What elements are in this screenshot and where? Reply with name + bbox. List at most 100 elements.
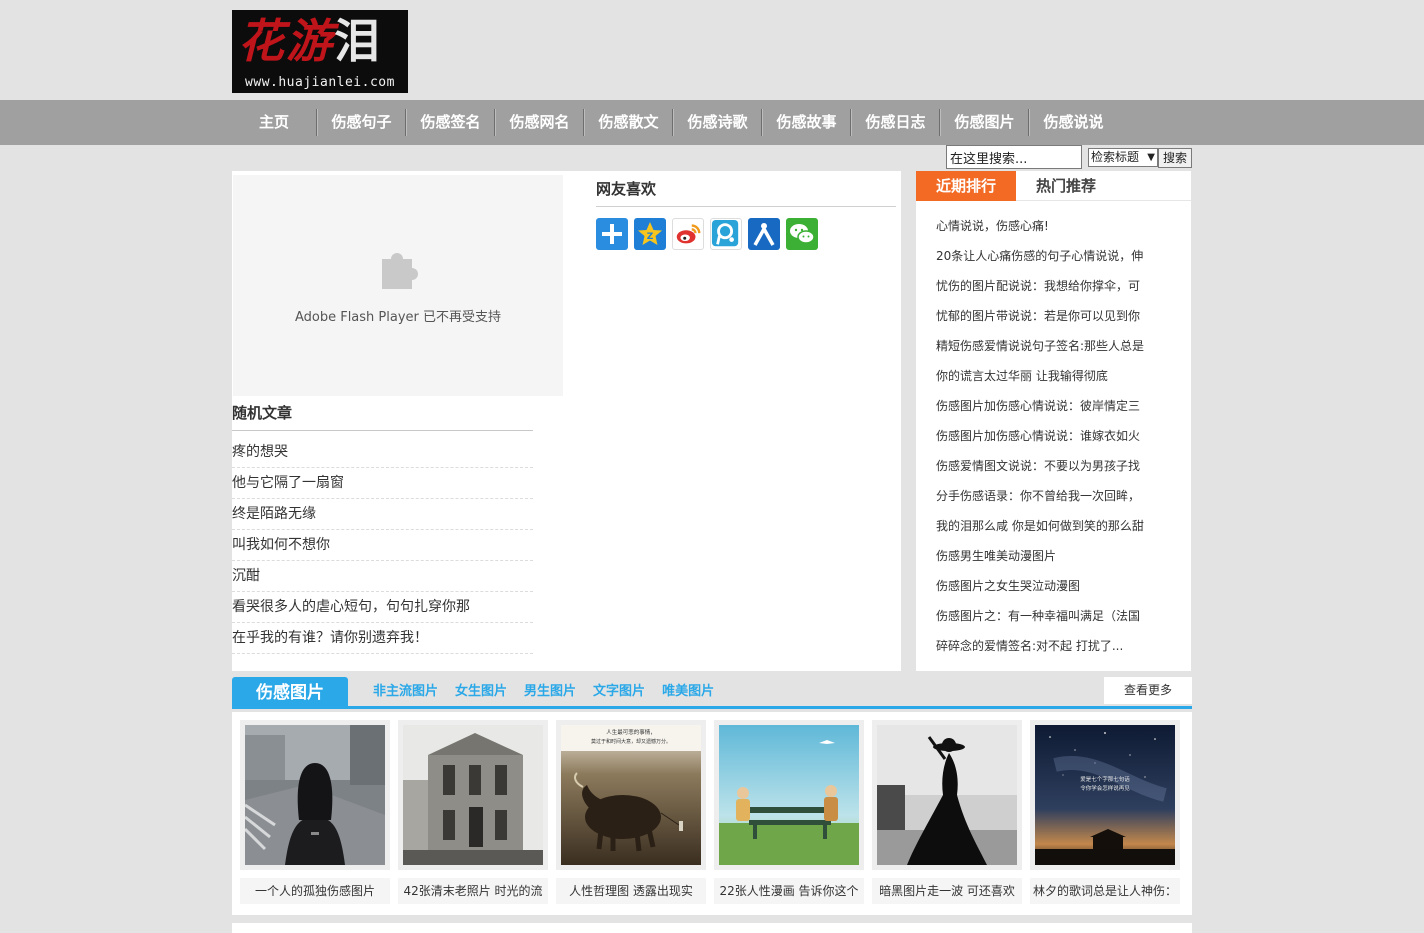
photo-caption[interactable]: 一个人的孤独伤感图片: [240, 878, 390, 904]
photo-categories: 非主流图片 女生图片 男生图片 文字图片 唯美图片: [373, 677, 731, 709]
ranking-list-item[interactable]: 精短伤感爱情说说句子签名:那些人总是: [936, 331, 1156, 361]
ranking-list-item[interactable]: 伤感图片之女生哭泣动漫图: [936, 571, 1156, 601]
photo-category-link[interactable]: 女生图片: [455, 677, 507, 709]
random-article-link[interactable]: 叫我如何不想你: [232, 530, 533, 561]
random-article-link[interactable]: 沉酣: [232, 561, 533, 592]
share-buttons: Z: [596, 218, 824, 250]
overlay-text: 莫过于和时间大意，却又遗憾万分。: [591, 738, 671, 745]
ranking-list-item[interactable]: 你的谎言太过华丽 让我输得彻底: [936, 361, 1156, 391]
flash-placeholder: Adobe Flash Player 已不再受支持: [233, 175, 563, 396]
footer-panel: [232, 923, 1192, 933]
ranking-list-item[interactable]: 20条让人心痛伤感的句子心情说说，伸: [936, 241, 1156, 271]
renren-icon[interactable]: [748, 218, 780, 250]
photo-section-header: 伤感图片 非主流图片 女生图片 男生图片 文字图片 唯美图片 查看更多: [232, 677, 1192, 709]
photo-section-tab[interactable]: 伤感图片: [232, 677, 348, 709]
nav-item[interactable]: 伤感图片: [941, 100, 1028, 145]
photo-card[interactable]: 22张人性漫画 告诉你这个: [714, 720, 864, 904]
photo-category-link[interactable]: 文字图片: [593, 677, 645, 709]
overlay-text: 令你学会怎样说再见: [1080, 784, 1130, 792]
ranking-list-item[interactable]: 碎碎念的爱情签名:对不起 打扰了...: [936, 631, 1156, 661]
ranking-list-item[interactable]: 分手伤感语录：你不曾给我一次回眸，: [936, 481, 1156, 511]
photo-thumbnail[interactable]: [398, 720, 548, 870]
divider: [232, 430, 533, 431]
sidebar-tabs: 近期排行 热门推荐: [916, 171, 1191, 201]
share-more-icon[interactable]: [596, 218, 628, 250]
nav-item[interactable]: 伤感诗歌: [674, 100, 761, 145]
ranking-list-item[interactable]: 伤感图片之：有一种幸福叫满足（法国: [936, 601, 1156, 631]
nav-item-home[interactable]: 主页: [232, 100, 316, 145]
random-article-link[interactable]: 疼的想哭: [232, 437, 533, 468]
search-input[interactable]: [946, 145, 1082, 169]
photo-caption[interactable]: 22张人性漫画 告诉你这个: [714, 878, 864, 904]
photo-card[interactable]: 爱是七个字那七句话 令你学会怎样说再见 林夕的歌词总是让人神伤：: [1030, 720, 1180, 904]
random-articles-list: 疼的想哭 他与它隔了一扇窗 终是陌路无缘 叫我如何不想你 沉酣 看哭很多人的虐心短句，句句…: [232, 437, 533, 654]
nav-item[interactable]: 伤感签名: [407, 100, 494, 145]
chevron-down-icon: ▼: [1147, 152, 1155, 163]
nav-item[interactable]: 伤感日志: [852, 100, 939, 145]
sidebar: 近期排行 热门推荐 心情说说，伤感心痛! 20条让人心痛伤感的句子心情说说，伸 忧伤…: [916, 171, 1191, 671]
favorites-title: 网友喜欢: [596, 180, 657, 198]
main-nav: 主页 伤感句子 伤感签名 伤感网名 伤感散文 伤感诗歌 伤感故事 伤感日志 伤感图片 伤感说说: [0, 100, 1424, 145]
main-content: Adobe Flash Player 已不再受支持 随机文章 疼的想哭 他与它隔了…: [232, 171, 901, 671]
view-more-link[interactable]: 查看更多: [1104, 677, 1192, 704]
photo-card[interactable]: 暗黑图片走一波 可还喜欢: [872, 720, 1022, 904]
ranking-list-item[interactable]: 忧伤的图片配说说：我想给你撑伞，可: [936, 271, 1156, 301]
photo-caption[interactable]: 人性哲理图 透露出现实: [556, 878, 706, 904]
photo-category-link[interactable]: 非主流图片: [373, 677, 438, 709]
photo-card[interactable]: 人生最可悲的事情， 莫过于和时间大意，却又遗憾万分。 人性哲理图 透露出现实: [556, 720, 706, 904]
photo-category-link[interactable]: 唯美图片: [662, 677, 714, 709]
ranking-list-item[interactable]: 忧郁的图片带说说：若是你可以见到你: [936, 301, 1156, 331]
divider: [596, 206, 896, 207]
photo-card[interactable]: 一个人的孤独伤感图片: [240, 720, 390, 904]
weibo-icon[interactable]: [672, 218, 704, 250]
site-logo[interactable]: 花游泪 www.huajianlei.com: [232, 10, 408, 93]
woman-black-dress-image: [877, 725, 1017, 865]
photo-category-link[interactable]: 男生图片: [524, 677, 576, 709]
photo-grid: 一个人的孤独伤感图片 42张清末老照片 时光的流 人生最可悲的事情， 莫过于和时…: [232, 712, 1192, 915]
tab-recent-ranking[interactable]: 近期排行: [916, 171, 1016, 201]
random-articles-title: 随机文章: [232, 404, 293, 422]
ranking-list-item[interactable]: 伤感男生唯美动漫图片: [936, 541, 1156, 571]
starry-night-image: 爱是七个字那七句话 令你学会怎样说再见: [1035, 725, 1175, 865]
photo-thumbnail[interactable]: 爱是七个字那七句话 令你学会怎样说再见: [1030, 720, 1180, 870]
nav-item[interactable]: 伤感网名: [496, 100, 583, 145]
photo-thumbnail[interactable]: [714, 720, 864, 870]
photo-caption[interactable]: 林夕的歌词总是让人神伤：: [1030, 878, 1180, 904]
sidebar-list: 心情说说，伤感心痛! 20条让人心痛伤感的句子心情说说，伸 忧伤的图片配说说：我想给…: [936, 211, 1156, 661]
search-button[interactable]: 搜索: [1158, 148, 1192, 168]
logo-url: www.huajianlei.com: [245, 75, 395, 90]
photo-thumbnail[interactable]: 人生最可悲的事情， 莫过于和时间大意，却又遗憾万分。: [556, 720, 706, 870]
girl-back-street-image: [245, 725, 385, 865]
random-article-link[interactable]: 他与它隔了一扇窗: [232, 468, 533, 499]
logo-text: 花游泪: [238, 14, 382, 68]
search-type-value: 检索标题: [1091, 150, 1140, 164]
tab-hot-recommend[interactable]: 热门推荐: [1016, 171, 1116, 201]
ranking-list-item[interactable]: 我的泪那么咸 你是如何做到笑的那么甜: [936, 511, 1156, 541]
ranking-list-item[interactable]: 伤感图片加伤感心情说说：彼岸情定三: [936, 391, 1156, 421]
old-building-image: [403, 725, 543, 865]
random-article-link[interactable]: 看哭很多人的虐心短句，句句扎穿你那: [232, 592, 533, 623]
search-type-select[interactable]: 检索标题 ▼: [1088, 148, 1158, 167]
ranking-list-item[interactable]: 伤感爱情图文说说：不要以为男孩子找: [936, 451, 1156, 481]
ranking-list-item[interactable]: 心情说说，伤感心痛!: [936, 211, 1156, 241]
random-article-link[interactable]: 终是陌路无缘: [232, 499, 533, 530]
photo-card[interactable]: 42张清末老照片 时光的流: [398, 720, 548, 904]
tencent-weibo-icon[interactable]: [710, 218, 742, 250]
nav-item[interactable]: 伤感故事: [763, 100, 850, 145]
overlay-text: 爱是七个字那七句话: [1080, 775, 1130, 783]
nav-item[interactable]: 伤感说说: [1030, 100, 1117, 145]
photo-thumbnail[interactable]: [872, 720, 1022, 870]
ranking-list-item[interactable]: 伤感图片加伤感心情说说：谁嫁衣如火: [936, 421, 1156, 451]
wechat-icon[interactable]: [786, 218, 818, 250]
photo-caption[interactable]: 42张清末老照片 时光的流: [398, 878, 548, 904]
qzone-icon[interactable]: Z: [634, 218, 666, 250]
bench-cartoon-image: [719, 725, 859, 865]
overlay-text: 人生最可悲的事情，: [606, 728, 656, 736]
random-article-link[interactable]: 在乎我的有谁？请你别遗弃我！: [232, 623, 533, 654]
photo-caption[interactable]: 暗黑图片走一波 可还喜欢: [872, 878, 1022, 904]
photo-section: 伤感图片 非主流图片 女生图片 男生图片 文字图片 唯美图片 查看更多 一个人的孤独伤感…: [232, 677, 1192, 915]
photo-thumbnail[interactable]: [240, 720, 390, 870]
svg-text:Z: Z: [647, 232, 654, 242]
nav-item[interactable]: 伤感句子: [318, 100, 405, 145]
nav-item[interactable]: 伤感散文: [585, 100, 672, 145]
